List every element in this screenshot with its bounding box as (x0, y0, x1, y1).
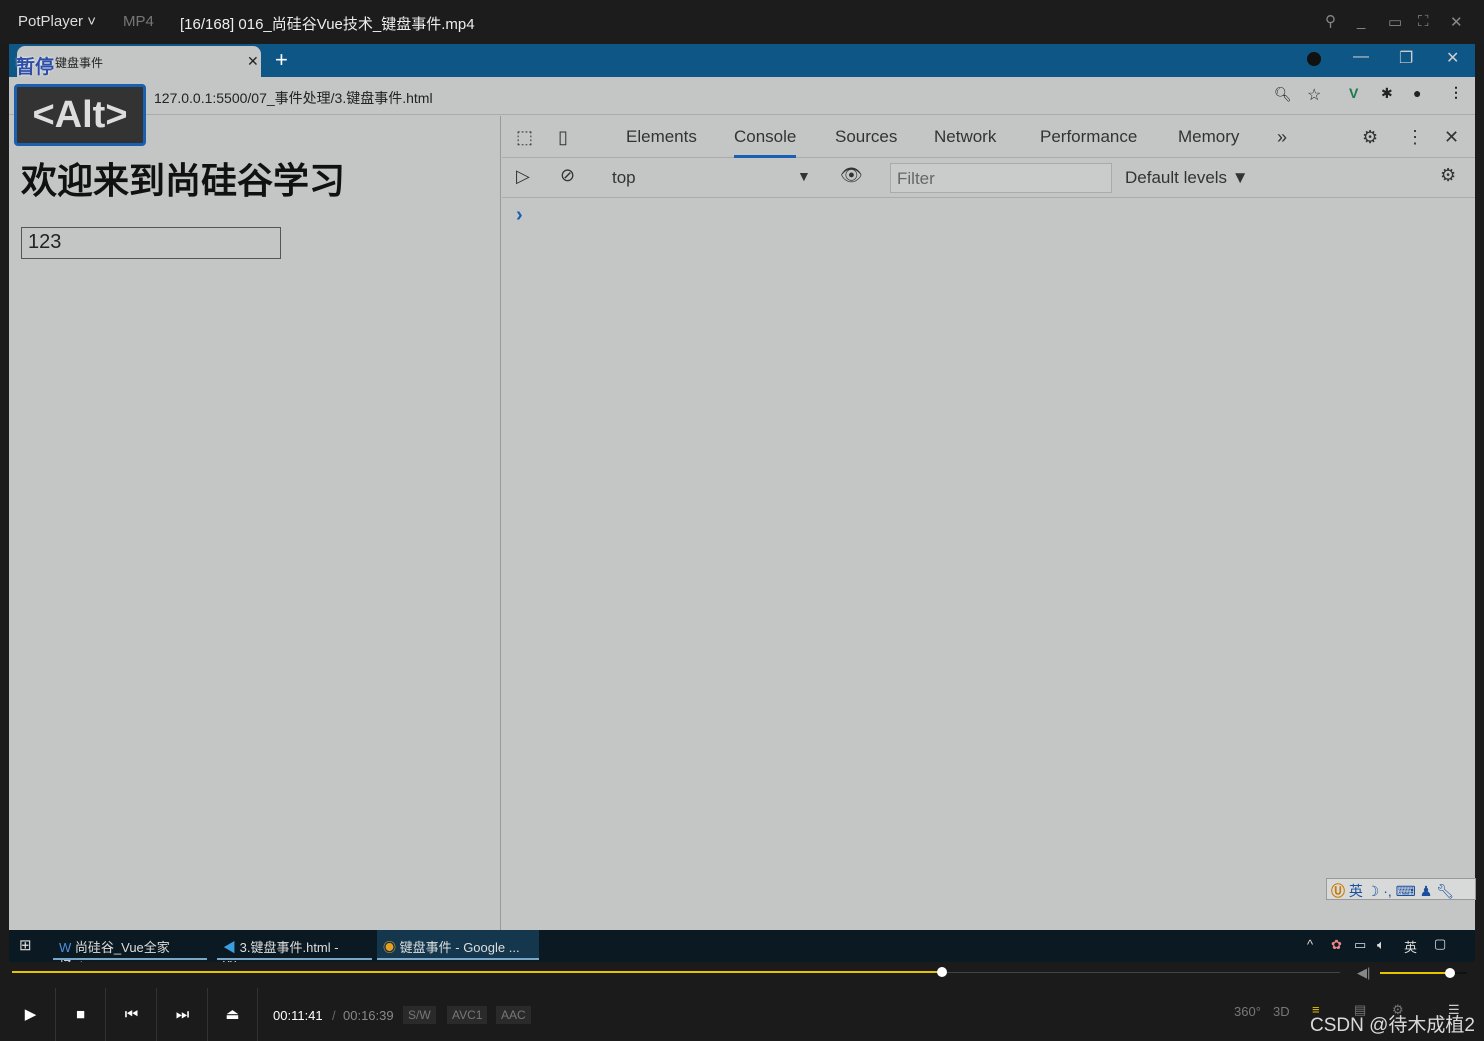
tab-elements[interactable]: Elements (626, 127, 697, 147)
current-time: 00:11:41 (273, 1008, 323, 1023)
pause-overlay: 暂停 (16, 57, 55, 78)
menu-icon[interactable]: ⋮ (1449, 84, 1463, 101)
watermark: CSDN @待木成植2 (1310, 1015, 1475, 1036)
browser-window: 键盘事件 ✕ + — ❐ ✕ 暂停 127.0.0.1:5500/07_事件处理… (9, 44, 1476, 930)
app-name: PotPlayer (18, 13, 84, 30)
player-controls: ▶ ■ ⏮︎ ⏭︎ ⏏︎ 00:11:41 / 00:16:39 S/W AVC… (0, 988, 1484, 1041)
taskbar-label: 键盘事件 - Google ... (399, 940, 520, 955)
total-time: 00:16:39 (343, 1008, 394, 1023)
tab-title: 键盘事件 (55, 56, 104, 70)
clear-console-icon[interactable]: ⊘ (560, 165, 575, 186)
volume-tray-icon[interactable]: 🔈︎ (1377, 937, 1385, 953)
tag-sw[interactable]: S/W (403, 1006, 436, 1024)
3d-button[interactable]: 3D (1273, 1004, 1290, 1019)
previous-button[interactable]: ⏮︎ (107, 988, 157, 1041)
page-heading: 欢迎来到尚硅谷学习 (21, 160, 346, 201)
tag-audio-codec[interactable]: AAC (496, 1006, 531, 1024)
context-dropdown-icon[interactable]: ▼ (797, 168, 811, 184)
notification-icon[interactable]: ▢ (1434, 936, 1446, 952)
tab-memory[interactable]: Memory (1178, 127, 1239, 147)
volume-level (1380, 972, 1450, 974)
profile-icon[interactable]: ● (1413, 85, 1421, 101)
taskbar-item-word[interactable]: W 尚硅谷_Vue全家桶.d... (53, 930, 207, 974)
devtools-panel: ⬚ ▯ Elements Console Sources Network Per… (502, 116, 1476, 930)
extensions-icon[interactable]: ✱ (1381, 85, 1393, 102)
url-text[interactable]: 127.0.0.1:5500/07_事件处理/3.键盘事件.html (154, 88, 433, 108)
profile-dropdown-icon[interactable] (1307, 52, 1321, 66)
text-input[interactable]: 123 (21, 227, 281, 259)
play-button[interactable]: ▶ (6, 988, 56, 1041)
tab-bar: 键盘事件 ✕ + — ❐ ✕ (9, 44, 1475, 77)
web-page: 欢迎来到尚硅谷学习 123 (9, 116, 501, 930)
context-select[interactable]: top (612, 168, 636, 188)
ime-logo-icon: Ⓤ (1331, 883, 1345, 899)
mute-icon[interactable]: ◀| (1357, 965, 1370, 981)
battery-icon[interactable]: ▭ (1354, 937, 1366, 953)
taskbar-item-chrome[interactable]: ◉ 键盘事件 - Google ... (377, 930, 539, 960)
next-button[interactable]: ⏭︎ (158, 988, 208, 1041)
address-bar[interactable]: 127.0.0.1:5500/07_事件处理/3.键盘事件.html 🔍︎ ☆ … (9, 77, 1475, 115)
ime-toolbar[interactable]: Ⓤ 英 ☽ ·, ⌨ ♟ 🔧︎ (1326, 878, 1476, 900)
maximize-button[interactable]: ▭ (1388, 13, 1402, 31)
chrome-icon: ◉ (383, 940, 397, 955)
window-restore[interactable]: ❐ (1399, 48, 1413, 68)
settings-icon[interactable]: ⚙ (1362, 127, 1378, 148)
inspect-icon[interactable]: ⬚ (516, 127, 533, 148)
tray-ime[interactable]: 英 (1404, 937, 1417, 956)
more-tabs-icon[interactable]: » (1277, 127, 1287, 148)
bookmark-star-icon[interactable]: ☆ (1307, 85, 1321, 105)
new-tab-button[interactable]: + (275, 47, 288, 73)
video-title: [16/168] 016_尚硅谷Vue技术_键盘事件.mp4 (180, 16, 475, 33)
sidebar-toggle-icon[interactable]: ▷ (516, 166, 530, 187)
seek-progress (12, 971, 942, 973)
levels-dropdown[interactable]: Default levels ▼ (1125, 168, 1249, 188)
live-expression-eye-icon[interactable]: 👁︎ (840, 165, 863, 186)
windows-taskbar: ⊞ W 尚硅谷_Vue全家桶.d... ◀ 3.键盘事件.html - vu..… (9, 930, 1475, 974)
tab-sources[interactable]: Sources (835, 127, 897, 147)
console-settings-icon[interactable]: ⚙ (1440, 165, 1456, 186)
potplayer-menu[interactable]: PotPlayer ˅ (18, 13, 96, 30)
console-toolbar: ▷ ⊘ top ▼ 👁︎ Filter Default levels ▼ ⚙ (502, 158, 1475, 198)
eject-button[interactable]: ⏏︎ (208, 988, 258, 1041)
devtools-tabbar: ⬚ ▯ Elements Console Sources Network Per… (502, 116, 1475, 158)
filter-input[interactable]: Filter (890, 163, 1112, 193)
start-icon[interactable]: ⊞ (19, 936, 32, 954)
tab-close-icon[interactable]: ✕ (247, 53, 259, 70)
tag-video-codec[interactable]: AVC1 (447, 1006, 488, 1024)
player-titlebar: PotPlayer ˅ MP4 [16/168] 016_尚硅谷Vue技术_键盘… (0, 0, 1484, 44)
tab-performance[interactable]: Performance (1040, 127, 1137, 147)
tab-network[interactable]: Network (934, 127, 996, 147)
vr-360-button[interactable]: 360° (1234, 1004, 1261, 1019)
pin-icon[interactable]: ⚲ (1325, 12, 1336, 30)
window-minimize[interactable]: — (1353, 48, 1369, 66)
console-prompt[interactable]: › (516, 204, 523, 227)
volume-handle[interactable] (1444, 968, 1455, 978)
fullscreen-button[interactable]: ⛶ (1418, 13, 1429, 30)
tray-expand-icon[interactable]: ^ (1307, 937, 1313, 952)
taskbar-item-vscode[interactable]: ◀ 3.键盘事件.html - vu... (217, 930, 372, 971)
vscode-icon: ◀ (223, 940, 237, 955)
zoom-icon[interactable]: 🔍︎ (1274, 86, 1292, 103)
minimize-button[interactable]: _ (1357, 13, 1365, 30)
close-button[interactable]: ✕ (1450, 13, 1463, 31)
more-options-icon[interactable]: ⋮ (1406, 127, 1424, 148)
seek-area: ◀| (0, 962, 1484, 988)
window-close[interactable]: ✕ (1446, 48, 1459, 68)
close-devtools-icon[interactable]: ✕ (1444, 127, 1459, 148)
tray-app-icon[interactable]: ✿ (1331, 937, 1342, 953)
format-label: MP4 (123, 13, 154, 30)
ime-lang[interactable]: 英 (1349, 883, 1363, 899)
key-overlay: <Alt> (14, 84, 146, 146)
vue-devtools-icon[interactable]: V (1349, 85, 1358, 101)
tab-console[interactable]: Console (734, 127, 797, 158)
time-separator: / (332, 1008, 336, 1023)
word-icon: W (59, 940, 72, 955)
seek-handle[interactable] (936, 967, 947, 977)
device-toggle-icon[interactable]: ▯ (558, 127, 568, 148)
stop-button[interactable]: ■ (56, 988, 106, 1041)
